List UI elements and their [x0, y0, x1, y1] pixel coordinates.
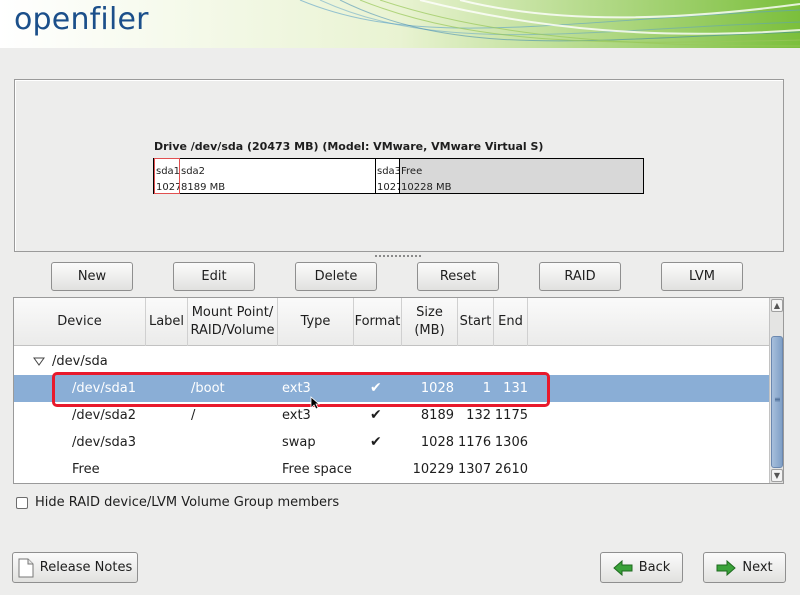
- arrow-right-icon: [716, 559, 737, 576]
- segment-size: 10228 MB: [401, 182, 452, 193]
- column-header-format[interactable]: Format: [354, 298, 402, 346]
- back-button[interactable]: Back: [600, 552, 683, 583]
- scrollbar-grip-icon: ≡: [774, 395, 781, 404]
- table-scrollbar[interactable]: ▲ ≡ ▼: [769, 298, 783, 483]
- cell-end: 1175: [494, 408, 528, 423]
- column-header-start[interactable]: Start: [458, 298, 494, 346]
- cell-start: 132: [466, 408, 491, 423]
- lvm-button[interactable]: LVM: [661, 262, 743, 291]
- cell-device: /dev/sda3: [72, 435, 136, 450]
- cell-start: 1307: [458, 462, 492, 477]
- cell-start: 1176: [458, 435, 492, 450]
- table-row[interactable]: Free Free space 10229 1307 2610: [14, 456, 770, 483]
- cell-device: /dev/sda2: [72, 408, 136, 423]
- release-notes-label: Release Notes: [39, 560, 133, 575]
- group-label: /dev/sda: [52, 354, 108, 369]
- scroll-up-icon[interactable]: ▲: [771, 299, 783, 312]
- new-button[interactable]: New: [51, 262, 133, 291]
- segment-size: 8189 MB: [181, 182, 226, 193]
- pane-resize-handle[interactable]: [374, 254, 422, 258]
- cell-size: 1028: [420, 435, 454, 450]
- cell-mount: /: [191, 408, 196, 423]
- reset-button[interactable]: Reset: [417, 262, 499, 291]
- delete-button[interactable]: Delete: [295, 262, 377, 291]
- partition-segment-sda3[interactable]: sda3 1027: [376, 159, 400, 193]
- cell-mount: /boot: [191, 381, 225, 396]
- cell-size: 8189: [420, 408, 454, 423]
- cell-start: 1: [482, 381, 491, 396]
- table-row[interactable]: /dev/sda1 /boot ext3 ✔ 1028 1 131: [14, 375, 770, 402]
- partition-segment-free[interactable]: Free 10228 MB: [400, 159, 643, 193]
- cell-end: 131: [503, 381, 528, 396]
- segment-name: sda1: [156, 166, 180, 177]
- openfiler-logo: openfiler: [14, 2, 149, 37]
- back-label: Back: [638, 560, 671, 575]
- column-header-device[interactable]: Device: [14, 298, 146, 346]
- expander-down-icon[interactable]: [33, 357, 45, 366]
- partition-segment-sda1[interactable]: sda1 1027: [154, 158, 180, 194]
- drive-partition-bar: sda1 1027 sda2 8189 MB sda3 1027 Free 10…: [153, 158, 644, 194]
- drive-title: Drive /dev/sda (20473 MB) (Model: VMware…: [154, 140, 544, 153]
- header-banner: openfiler: [0, 0, 800, 48]
- segment-size: 1027: [156, 182, 180, 193]
- drive-map-panel: Drive /dev/sda (20473 MB) (Model: VMware…: [14, 79, 784, 252]
- segment-name: sda2: [181, 166, 206, 177]
- cell-type: swap: [282, 435, 316, 450]
- segment-name: sda3: [377, 166, 400, 177]
- checkmark-icon: ✔: [370, 434, 382, 450]
- segment-size: 1027: [377, 182, 400, 193]
- next-label: Next: [742, 560, 773, 575]
- table-row[interactable]: /dev/sda3 swap ✔ 1028 1176 1306: [14, 429, 770, 456]
- release-notes-button[interactable]: Release Notes: [12, 552, 138, 583]
- edit-button[interactable]: Edit: [173, 262, 255, 291]
- cell-type: Free space: [282, 462, 352, 477]
- scroll-down-icon[interactable]: ▼: [771, 469, 783, 482]
- column-header-label[interactable]: Label: [146, 298, 188, 346]
- checkmark-icon: ✔: [370, 407, 382, 423]
- hide-raid-checkbox[interactable]: [16, 496, 28, 509]
- hide-raid-option[interactable]: Hide RAID device/LVM Volume Group member…: [16, 495, 339, 510]
- column-header-size[interactable]: Size (MB): [402, 298, 458, 346]
- cell-type: ext3: [282, 408, 311, 423]
- column-header-mount-point[interactable]: Mount Point/RAID/Volume: [188, 298, 278, 346]
- hide-raid-label: Hide RAID device/LVM Volume Group member…: [35, 495, 340, 510]
- cell-size: 10229: [412, 462, 454, 477]
- mouse-cursor-icon: [310, 396, 320, 410]
- segment-name: Free: [401, 166, 423, 177]
- table-header: Device Label Mount Point/RAID/Volume Typ…: [14, 298, 770, 346]
- document-icon: [18, 558, 34, 577]
- cell-size: 1028: [420, 381, 454, 396]
- checkmark-icon: ✔: [370, 380, 382, 396]
- cell-type: ext3: [282, 381, 311, 396]
- cell-end: 1306: [494, 435, 528, 450]
- next-button[interactable]: Next: [703, 552, 786, 583]
- cell-device: /dev/sda1: [72, 381, 136, 396]
- partition-segment-sda2[interactable]: sda2 8189 MB: [180, 159, 376, 193]
- tree-group-row[interactable]: /dev/sda: [14, 348, 770, 375]
- arrow-left-icon: [612, 559, 633, 576]
- partition-table: Device Label Mount Point/RAID/Volume Typ…: [13, 297, 784, 484]
- scrollbar-thumb[interactable]: ≡: [771, 336, 783, 468]
- raid-button[interactable]: RAID: [539, 262, 621, 291]
- cell-end: 2610: [494, 462, 528, 477]
- cell-device: Free: [72, 462, 100, 477]
- column-header-type[interactable]: Type: [278, 298, 354, 346]
- column-header-end[interactable]: End: [494, 298, 528, 346]
- table-row[interactable]: /dev/sda2 / ext3 ✔ 8189 132 1175: [14, 402, 770, 429]
